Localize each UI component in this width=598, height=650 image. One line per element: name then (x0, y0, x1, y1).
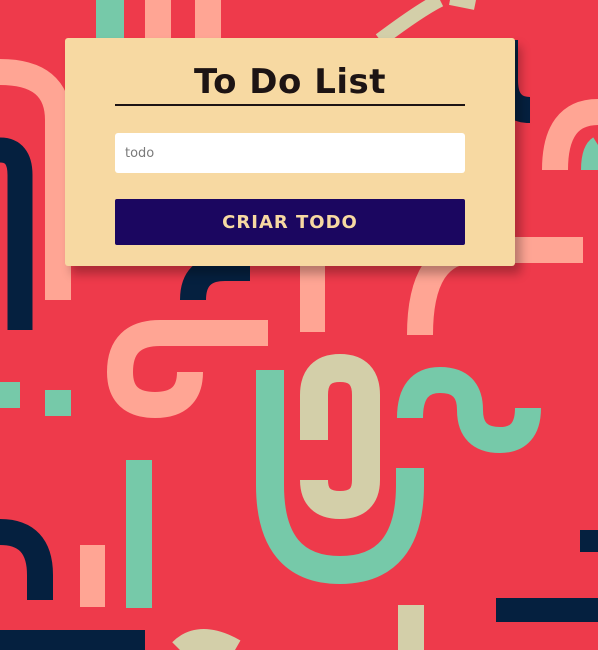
bg-shape (145, 0, 221, 40)
bg-shape (0, 630, 145, 650)
bg-shape (96, 0, 124, 38)
bg-shape (449, 0, 476, 10)
bg-shape (256, 370, 424, 585)
page-title: To Do List (193, 62, 387, 102)
bg-shape (300, 353, 380, 520)
app-root: To Do List CRIAR TODO (0, 0, 598, 650)
bg-shape (496, 598, 598, 622)
bg-shape (581, 137, 598, 171)
bg-shape (80, 545, 105, 607)
bg-shape (45, 390, 71, 416)
bg-shape (0, 137, 33, 330)
bg-shape (397, 366, 541, 454)
bg-shape (398, 605, 424, 650)
todo-input[interactable] (115, 133, 465, 173)
title-divider (115, 104, 465, 106)
bg-shape (300, 266, 325, 332)
bg-shape (172, 629, 241, 650)
bg-shape (580, 530, 598, 552)
todo-card: To Do List CRIAR TODO (65, 38, 515, 266)
bg-shape (106, 320, 268, 419)
bg-shape (0, 519, 53, 600)
bg-shape (180, 255, 250, 301)
bg-shape (126, 460, 152, 608)
create-todo-button[interactable]: CRIAR TODO (115, 199, 465, 245)
bg-shape (375, 0, 444, 46)
